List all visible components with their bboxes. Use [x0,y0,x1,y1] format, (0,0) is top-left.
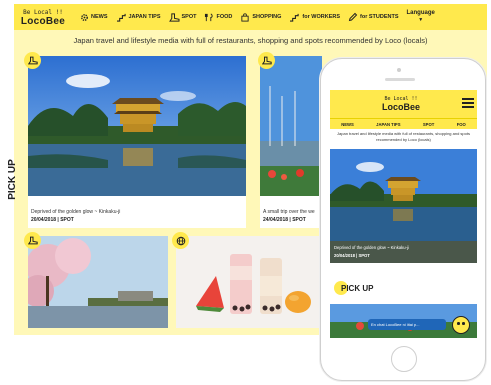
phone-camera [397,68,401,72]
chevron-down-icon: ▼ [418,17,424,23]
spot-badge [24,232,41,249]
nav-item-for-students[interactable]: for STUDENTS [348,12,399,22]
boot-icon [261,56,272,65]
boot-icon [168,12,179,22]
article-card-kinkakuji[interactable]: Deprived of the golden glow ~ Kinkaku-ji… [28,56,246,228]
phone-home-button[interactable] [391,346,417,372]
nav-item-shopping[interactable]: SHOPPING [240,12,282,22]
harbor-photo [260,56,322,196]
phone-pickup-label: PICK UP [341,284,374,293]
fork-knife-icon [205,12,214,21]
gear-icon [81,13,88,21]
nav-item-label: JAPAN TIPS [128,14,161,20]
hamburger-menu-icon[interactable] [462,98,474,108]
spot-badge [24,52,41,69]
phone-speaker [385,78,415,81]
article-card-small-trip[interactable]: A small trip over the we 24/04/2018 | SP… [260,56,322,228]
globe-badge [172,232,189,249]
shopping-bag-icon [241,12,249,22]
nav-item-news[interactable]: NEWS [80,13,108,22]
card-caption: A small trip over the we [263,209,315,215]
phone-logo[interactable]: Be Local !! LocoBee [378,95,424,112]
bubble-tea-photo [176,236,322,328]
site-tagline: Japan travel and lifestyle media with fu… [73,36,428,45]
nav-item-label: NEWS [91,14,108,20]
nav-item-label: FOOD [216,14,233,20]
logo-text: LocoBee [20,16,66,27]
phone-card-caption: Deprived of the golden glow ~ Kinkaku-ji [334,245,409,250]
locobee-logo[interactable]: Be Local !! LocoBee [14,8,72,27]
kinkakuji-photo [28,56,246,196]
phone-tagline: Japan travel and lifestyle media with fu… [337,131,470,142]
stairs-icon [290,13,300,22]
nav-item-spot[interactable]: SPOT [168,12,197,22]
nav-item-japan-tips[interactable]: JAPAN TIPS [116,13,161,22]
card-caption: Deprived of the golden glow ~ Kinkaku-ji [31,209,121,215]
phone-nav-news[interactable]: NEWS [341,122,354,127]
phone-chat-text: En chat LocoBee ni iitai p... [371,322,420,327]
phone-nav-food[interactable]: FOO [457,122,466,127]
phone-logo-text: LocoBee [381,102,420,112]
language-label: Language [406,10,435,16]
nav-item-food[interactable]: FOOD [204,12,233,22]
top-navigation: Be Local !! LocoBee NEWS JAPAN TIPS SPOT… [14,4,487,31]
article-card-bubble-tea[interactable] [176,236,322,328]
card-date-category: 20/04/2018 | SPOT [31,217,74,223]
language-selector[interactable]: Language ▼ [407,10,435,24]
pickup-label-text: PICK UP [6,159,18,200]
phone-nav-spot[interactable]: SPOT [423,122,434,127]
phone-nav: NEWS JAPAN TIPS SPOT FOO [330,118,477,129]
nav-item-label: SPOT [181,14,197,20]
pickup-vertical-label: PICK UP [0,150,30,210]
nav-item-label: SHOPPING [252,14,282,20]
boot-icon [27,236,38,245]
nav-item-for-workers[interactable]: for WORKERS [289,13,340,22]
cherry-blossom-photo [28,236,168,328]
chat-mascot-icon[interactable] [452,316,470,334]
spot-badge [258,52,275,69]
pencil-icon [348,12,358,22]
phone-card-date: 20/04/2018 | SPOT [334,253,370,258]
article-card-cherry-blossom[interactable] [28,236,168,328]
stairs-icon [116,13,126,22]
boot-icon [27,56,38,65]
phone-header: Be Local !! LocoBee [330,90,477,118]
card-date-category: 24/04/2018 | SPOT [263,217,306,223]
nav-item-label: for WORKERS [302,14,341,20]
globe-icon [176,236,185,245]
phone-nav-japan-tips[interactable]: JAPAN TIPS [376,122,400,127]
phone-kinkakuji-photo [330,149,477,241]
nav-item-label: for STUDENTS [360,14,399,20]
